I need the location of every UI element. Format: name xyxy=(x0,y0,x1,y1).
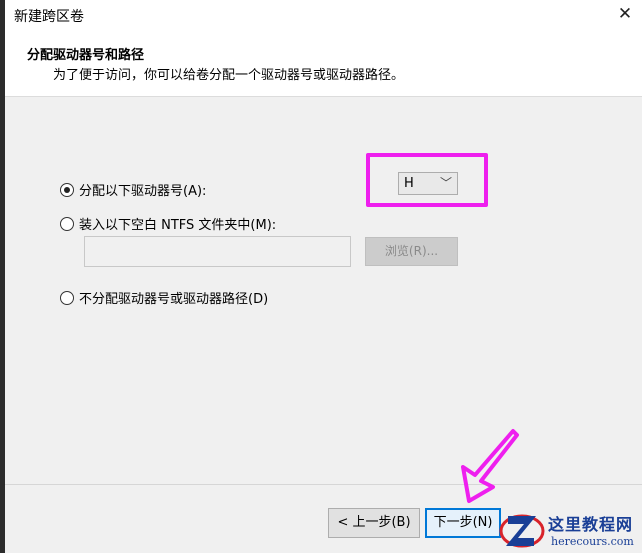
pointer-arrow-icon xyxy=(461,429,519,503)
drive-letter-select[interactable]: H ﹀ xyxy=(398,172,458,195)
next-button[interactable]: 下一步(N) xyxy=(425,508,501,538)
page-title: 分配驱动器号和路径 xyxy=(27,48,145,63)
back-button[interactable]: < 上一步(B) xyxy=(328,508,420,538)
radio-label: 装入以下空白 NTFS 文件夹中(M): xyxy=(79,218,277,233)
window-title: 新建跨区卷 xyxy=(14,9,84,25)
close-icon: ✕ xyxy=(617,4,633,24)
browse-button[interactable]: 浏览(R)... xyxy=(365,237,458,266)
radio-unchecked-icon xyxy=(60,290,74,305)
radio-assign-drive-letter[interactable]: 分配以下驱动器号(A): xyxy=(60,180,206,199)
chevron-down-icon: ﹀ xyxy=(439,176,452,190)
new-spanned-volume-dialog: 新建跨区卷 ✕ 分配驱动器号和路径 为了便于访问，你可以给卷分配一个驱动器号或驱… xyxy=(5,0,642,553)
radio-unchecked-icon xyxy=(60,216,74,231)
watermark-site-name: 这里教程网 xyxy=(548,515,634,534)
folder-path-input[interactable] xyxy=(84,236,351,267)
title-bar: 新建跨区卷 ✕ xyxy=(5,0,642,30)
site-watermark: 这里教程网 herecours.com xyxy=(498,508,642,553)
radio-checked-icon xyxy=(60,182,74,197)
drive-letter-value: H xyxy=(404,176,414,191)
watermark-logo-icon xyxy=(499,514,545,548)
close-button[interactable]: ✕ xyxy=(612,2,638,26)
footer-divider xyxy=(5,484,642,485)
radio-label: 分配以下驱动器号(A): xyxy=(79,184,207,199)
radio-mount-ntfs-folder[interactable]: 装入以下空白 NTFS 文件夹中(M): xyxy=(60,214,276,233)
wizard-header: 分配驱动器号和路径 为了便于访问，你可以给卷分配一个驱动器号或驱动器路径。 xyxy=(5,30,642,97)
watermark-site-url: herecours.com xyxy=(551,535,634,548)
page-subtitle: 为了便于访问，你可以给卷分配一个驱动器号或驱动器路径。 xyxy=(53,68,405,83)
radio-no-drive-letter[interactable]: 不分配驱动器号或驱动器路径(D) xyxy=(60,288,268,307)
radio-label: 不分配驱动器号或驱动器路径(D) xyxy=(79,292,269,307)
